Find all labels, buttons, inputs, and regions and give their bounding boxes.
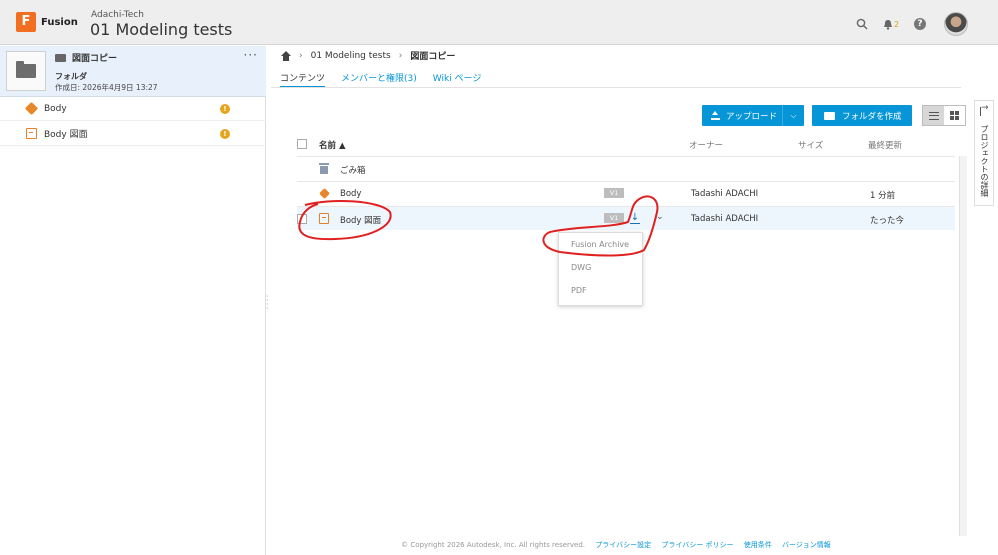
download-menu: Fusion Archive DWG PDF <box>558 232 643 306</box>
grid-view-button[interactable] <box>944 106 965 125</box>
row-checkbox[interactable] <box>297 214 307 224</box>
breadcrumb-project[interactable]: 01 Modeling tests <box>311 51 391 61</box>
row-owner: Tadashi ADACHI <box>691 189 759 199</box>
scrollbar[interactable] <box>959 156 967 536</box>
notification-count: 2 <box>893 19 900 29</box>
table-row-trash[interactable]: ごみ箱 <box>297 156 955 180</box>
folder-tree-panel: 図面コピー フォルダ 作成日: 2026年4月9日 13:27 ··· Body… <box>0 46 266 555</box>
footer-link-terms[interactable]: 使用条件 <box>744 541 772 549</box>
folder-icon <box>16 61 36 78</box>
header-actions: 2 ? <box>843 12 968 36</box>
folder-thumbnail <box>6 51 46 91</box>
hub-name[interactable]: Adachi-Tech <box>91 10 144 20</box>
home-icon[interactable] <box>281 50 291 61</box>
upload-main[interactable]: アップロード <box>702 110 782 122</box>
table-row[interactable]: Body V1 Tadashi ADACHI 1 分前 <box>297 181 955 205</box>
copyright-text: © Copyright 2026 Autodesk, Inc. All righ… <box>401 541 586 549</box>
footer-link-privacy-settings[interactable]: プライバシー設定 <box>595 541 651 549</box>
project-title: 01 Modeling tests <box>90 20 233 39</box>
list-view-icon <box>928 111 939 120</box>
row-name[interactable]: Body <box>340 189 361 199</box>
version-badge[interactable]: V1 <box>604 188 624 198</box>
breadcrumb: › 01 Modeling tests › 図面コピー <box>281 49 455 62</box>
table-header: 名前 ▲ オーナー サイズ 最終更新 <box>271 136 961 156</box>
panel-resize-handle[interactable]: · · · · <box>266 293 269 313</box>
project-details-rail[interactable]: プロジェクトの詳細 <box>974 100 994 206</box>
help-icon: ? <box>914 18 926 30</box>
folder-open-icon <box>55 53 66 62</box>
footer: © Copyright 2026 Autodesk, Inc. All righ… <box>271 540 961 550</box>
folder-summary-card[interactable]: 図面コピー フォルダ 作成日: 2026年4月9日 13:27 ··· <box>0 46 266 97</box>
view-toggle <box>922 105 966 126</box>
tabs-divider <box>271 87 961 88</box>
tree-item-label: Body 図面 <box>44 130 88 140</box>
upload-label: アップロード <box>726 111 778 122</box>
new-folder-button[interactable]: フォルダを作成 <box>812 105 912 126</box>
breadcrumb-separator: › <box>299 50 303 61</box>
column-owner[interactable]: オーナー <box>689 139 723 151</box>
expand-panel-icon[interactable] <box>980 103 989 116</box>
menu-item-dwg[interactable]: DWG <box>559 256 642 279</box>
brand[interactable]: F Fusion <box>16 12 78 32</box>
tab-wiki[interactable]: Wiki ページ <box>433 71 482 88</box>
bell-icon <box>883 19 892 30</box>
row-owner: Tadashi ADACHI <box>691 214 759 224</box>
project-details-label: プロジェクトの詳細 <box>980 125 989 197</box>
upload-button[interactable]: アップロード ⌵ <box>702 105 804 126</box>
chevron-down-icon[interactable]: ⌄ <box>656 212 664 222</box>
table-row[interactable]: Body 図面 V1 ↓ ⌄ Tadashi ADACHI たった今 <box>297 206 955 230</box>
folder-title: 図面コピー <box>55 51 117 64</box>
tab-members[interactable]: メンバーと権限(3) <box>341 71 417 88</box>
folder-type: フォルダ <box>55 72 87 81</box>
row-name[interactable]: ごみ箱 <box>340 164 366 176</box>
menu-item-pdf[interactable]: PDF <box>559 279 642 302</box>
column-name[interactable]: 名前 ▲ <box>319 139 346 151</box>
warning-badge[interactable]: ! <box>220 104 230 114</box>
download-icon[interactable]: ↓ <box>630 212 640 224</box>
search-icon[interactable] <box>852 14 872 34</box>
chevron-down-icon[interactable]: ⌵ <box>783 111 804 121</box>
avatar[interactable] <box>944 12 968 36</box>
tree-item-body-drawing[interactable]: Body 図面 ! <box>0 122 266 146</box>
brand-name: Fusion <box>41 16 78 28</box>
fusion-logo-icon: F <box>16 12 36 32</box>
folder-title-text: 図面コピー <box>72 54 118 64</box>
grid-view-icon <box>950 111 959 120</box>
body-icon <box>319 188 330 199</box>
version-badge[interactable]: V1 <box>604 213 624 223</box>
row-name[interactable]: Body 図面 <box>340 214 381 226</box>
drawing-icon <box>26 128 37 139</box>
warning-badge[interactable]: ! <box>220 129 230 139</box>
help-button[interactable]: ? <box>910 14 930 34</box>
drawing-icon <box>319 213 329 224</box>
main-content: › 01 Modeling tests › 図面コピー コンテンツ メンバーと権… <box>271 46 969 555</box>
breadcrumb-current: 図面コピー <box>410 52 456 62</box>
tree-item-label: Body <box>44 103 67 114</box>
folder-created-date: 作成日: 2026年4月9日 13:27 <box>55 83 158 92</box>
notifications-button[interactable]: 2 <box>881 14 901 34</box>
tree-item-body[interactable]: Body ! <box>0 97 266 121</box>
breadcrumb-separator: › <box>398 50 403 61</box>
more-options-button[interactable]: ··· <box>244 48 258 62</box>
tab-contents[interactable]: コンテンツ <box>280 71 326 88</box>
top-header: F Fusion Adachi-Tech 01 Modeling tests 2… <box>0 0 998 45</box>
body-icon <box>24 101 39 116</box>
column-modified[interactable]: 最終更新 <box>868 139 902 151</box>
content-tabs: コンテンツ メンバーと権限(3) Wiki ページ <box>280 71 497 88</box>
new-folder-icon <box>824 111 835 120</box>
footer-link-version[interactable]: バージョン情報 <box>782 541 831 549</box>
select-all-checkbox[interactable] <box>297 139 307 149</box>
upload-icon <box>711 111 720 120</box>
new-folder-label: フォルダを作成 <box>842 111 902 122</box>
row-modified: 1 分前 <box>870 191 896 201</box>
list-view-button[interactable] <box>923 106 944 125</box>
row-modified: たった今 <box>870 216 905 226</box>
trash-icon <box>319 163 329 174</box>
menu-item-fusion-archive[interactable]: Fusion Archive <box>559 233 642 256</box>
column-size[interactable]: サイズ <box>798 139 823 151</box>
footer-link-privacy-policy[interactable]: プライバシー ポリシー <box>661 541 733 549</box>
